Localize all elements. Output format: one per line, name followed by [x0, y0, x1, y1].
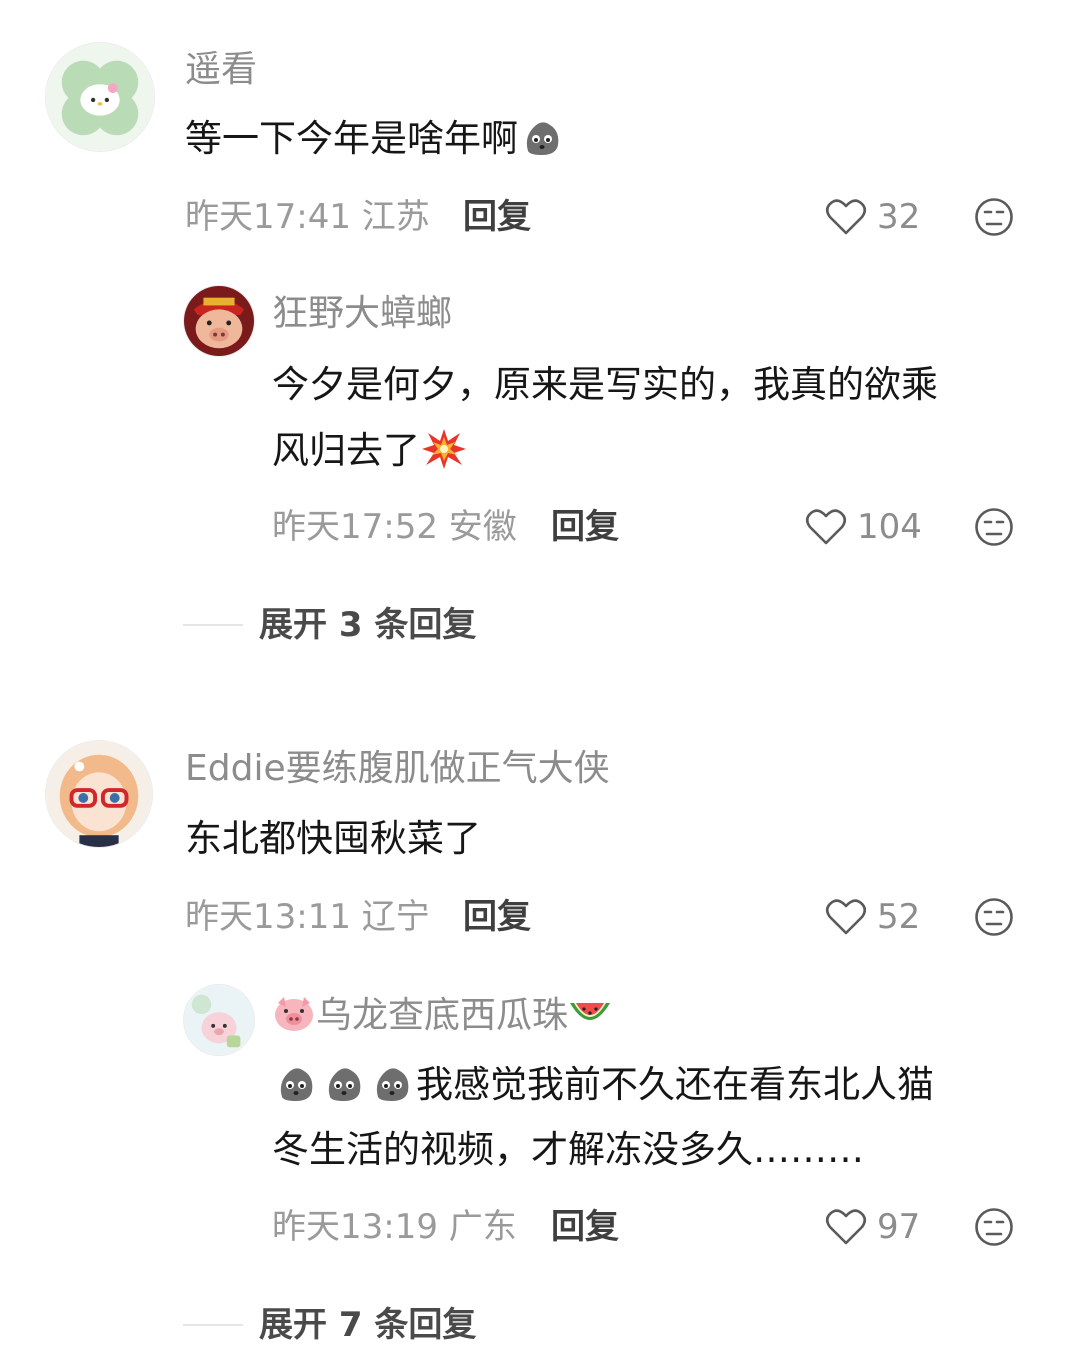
- reply-username[interactable]: 狂野大蟑螂: [272, 292, 452, 336]
- expand-replies-label: 展开 3 条回复: [259, 605, 477, 645]
- like-button[interactable]: 104: [805, 505, 922, 549]
- user-avatar[interactable]: [45, 740, 153, 848]
- comment-username[interactable]: Eddie要练腹肌做正气大侠: [185, 747, 610, 791]
- reply-meta: 昨天13:19 广东: [272, 1207, 517, 1247]
- divider-line: [183, 624, 243, 626]
- reply-button[interactable]: 回复: [551, 505, 619, 549]
- like-count: 52: [877, 897, 921, 937]
- reply-text-content: 风归去了: [272, 429, 420, 472]
- like-count: 97: [877, 1207, 921, 1247]
- reply-text-content: 我感觉我前不久还在看东北人猫: [416, 1063, 934, 1106]
- clover-avatar-icon: [46, 43, 154, 151]
- comment-text-content: 等一下今年是啥年啊: [185, 117, 518, 160]
- explosion-emoji-icon: [422, 427, 466, 471]
- neutral-face-icon: [975, 508, 1013, 546]
- heart-icon: [825, 899, 867, 935]
- sad-rock-emoji-icon: [370, 1061, 414, 1105]
- pig-toy-avatar-icon: [184, 985, 254, 1055]
- user-avatar[interactable]: [183, 285, 255, 357]
- reply-text-line1: 今夕是何夕，原来是写实的，我真的欲乘: [272, 363, 938, 406]
- dislike-button[interactable]: [974, 507, 1014, 547]
- expand-replies-button[interactable]: 展开 3 条回复: [183, 603, 476, 647]
- like-count: 104: [857, 507, 922, 547]
- sad-rock-emoji-icon: [274, 1061, 318, 1105]
- comment-meta: 昨天17:41 江苏: [185, 197, 430, 237]
- doll-avatar-icon: [46, 741, 152, 847]
- comment-username[interactable]: 遥看: [185, 48, 257, 92]
- watermelon-emoji-icon: [568, 993, 612, 1033]
- dislike-button[interactable]: [974, 1207, 1014, 1247]
- reply-button[interactable]: 回复: [463, 195, 531, 239]
- sad-rock-emoji-icon: [322, 1061, 366, 1105]
- divider-line: [183, 1324, 243, 1326]
- pig-face-emoji-icon: [272, 993, 316, 1033]
- user-avatar[interactable]: [183, 984, 255, 1056]
- comment-text: 等一下今年是啥年啊: [185, 106, 566, 172]
- reply-text-line1: 我感觉我前不久还在看东北人猫: [272, 1052, 934, 1118]
- reply-text-line2: 冬生活的视频，才解冻没多久………: [272, 1128, 864, 1171]
- reply-username[interactable]: 乌龙查底西瓜珠: [272, 993, 612, 1038]
- like-button[interactable]: 97: [825, 1205, 920, 1249]
- comment-text: 东北都快囤秋菜了: [185, 817, 481, 860]
- dislike-button[interactable]: [974, 897, 1014, 937]
- like-count: 32: [877, 197, 921, 237]
- reply-button[interactable]: 回复: [463, 895, 531, 939]
- comment-meta: 昨天13:11 辽宁: [185, 897, 430, 937]
- heart-icon: [805, 509, 847, 545]
- like-button[interactable]: 32: [825, 195, 920, 239]
- reply-meta: 昨天17:52 安徽: [272, 507, 517, 547]
- user-avatar[interactable]: [45, 42, 155, 152]
- pig-god-avatar-icon: [184, 286, 254, 356]
- expand-replies-label: 展开 7 条回复: [259, 1305, 477, 1345]
- expand-replies-button[interactable]: 展开 7 条回复: [183, 1303, 476, 1347]
- neutral-face-icon: [975, 898, 1013, 936]
- neutral-face-icon: [975, 198, 1013, 236]
- neutral-face-icon: [975, 1208, 1013, 1246]
- sad-rock-emoji-icon: [520, 115, 564, 159]
- reply-text-line2: 风归去了: [272, 418, 468, 484]
- like-button[interactable]: 52: [825, 895, 920, 939]
- dislike-button[interactable]: [974, 197, 1014, 237]
- heart-icon: [825, 199, 867, 235]
- reply-button[interactable]: 回复: [551, 1205, 619, 1249]
- heart-icon: [825, 1209, 867, 1245]
- reply-username-text: 乌龙查底西瓜珠: [316, 995, 569, 1036]
